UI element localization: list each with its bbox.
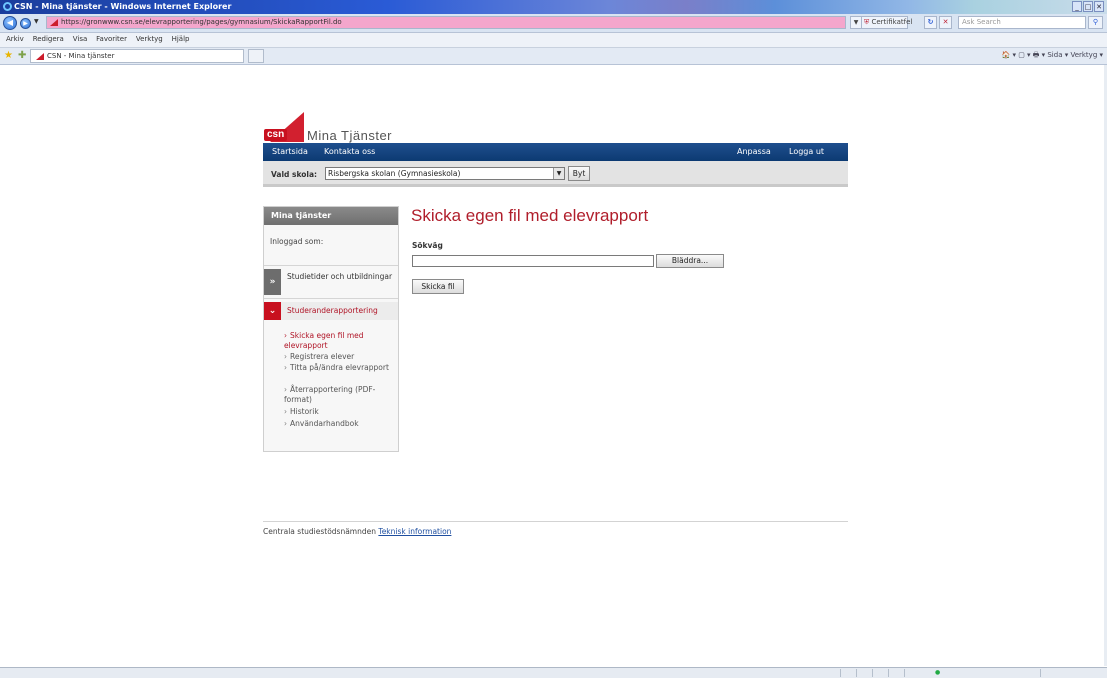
command-bar[interactable]: 🏠 ▾ ▢ ▾ 🖶 ▾ Sida ▾ Verktyg ▾ [1002,51,1103,62]
status-bar: ● [0,667,1107,678]
menu-verktyg[interactable]: Verktyg [136,35,163,43]
status-segment [872,669,887,677]
search-icon[interactable]: ⚲ [1088,16,1103,29]
menu-hjalp[interactable]: Hjälp [172,35,190,43]
logged-in-label: Inloggad som: [270,237,324,246]
cert-error-button[interactable]: ▼ ⛨ Certifikatfel [850,16,912,29]
double-chevron-right-icon: » [264,269,281,295]
status-segment [904,669,931,677]
browse-button[interactable]: Bläddra... [656,254,724,268]
address-row: ◀ ▶ ▼ https://gronwww.csn.se/elevrapport… [0,14,1107,33]
maximize-button[interactable]: □ [1083,1,1093,12]
chevron-right-icon: › [284,352,287,361]
file-path-input[interactable] [412,255,654,267]
sidebar-section-studeranderapportering[interactable]: ⌄ Studeranderapportering [264,302,398,320]
sidebar-divider [264,298,398,299]
minimize-button[interactable]: _ [1072,1,1082,12]
sidebar-divider [264,265,398,266]
logo-text: csn [264,129,288,141]
school-label: Vald skola: [271,170,318,179]
close-window-button[interactable]: ✕ [1094,1,1104,12]
sidebar-section-studietider[interactable]: » Studietider och utbildningar [264,269,398,295]
chevron-right-icon: › [284,363,287,372]
address-dropdown-icon[interactable]: ▼ [851,17,862,28]
nav-kontakta-oss[interactable]: Kontakta oss [324,147,375,156]
tab-row: ★ ✚ CSN - Mina tjänster 🏠 ▾ ▢ ▾ 🖶 ▾ Sida… [0,48,1107,65]
status-segment [856,669,871,677]
chevron-right-icon: › [284,385,287,394]
tab-favicon-icon [36,53,44,60]
sidebar-title: Mina tjänster [264,207,398,225]
chevron-right-icon: › [284,331,287,340]
top-nav: Startsida Kontakta oss Anpassa Logga ut [263,143,848,161]
menu-favoriter[interactable]: Favoriter [96,35,127,43]
status-segment [888,669,903,677]
status-segment [840,669,855,677]
menu-redigera[interactable]: Redigera [33,35,64,43]
address-bar[interactable]: https://gronwww.csn.se/elevrapportering/… [46,16,846,29]
page-title: Skicka egen fil med elevrapport [411,206,649,225]
search-input[interactable]: Ask Search [958,16,1086,29]
window-title: CSN - Mina tjänster - Windows Internet E… [14,2,232,11]
sidebar-item-titta-andra[interactable]: › Titta på/ändra elevrapport [284,363,396,373]
school-bar: Vald skola: Risbergska skolan (Gymnasies… [263,161,848,187]
add-favorite-icon[interactable]: ✚ [18,50,26,61]
tab-csn[interactable]: CSN - Mina tjänster [30,49,244,63]
chevron-right-icon: › [284,419,287,428]
path-label: Sökväg [412,241,443,250]
window-controls: _ □ ✕ [1072,1,1104,12]
cert-error-label: Certifikatfel [871,18,913,26]
back-button[interactable]: ◀ [3,16,17,30]
csn-logo[interactable]: csn [264,112,304,142]
section-studietider-label: Studietider och utbildningar [287,272,393,281]
menu-bar: Arkiv Redigera Visa Favoriter Verktyg Hj… [0,33,1107,48]
sidebar: Mina tjänster Inloggad som: » Studietide… [263,206,399,452]
tab-label: CSN - Mina tjänster [47,52,115,60]
menu-arkiv[interactable]: Arkiv [6,35,24,43]
nav-logga-ut[interactable]: Logga ut [789,147,824,156]
sidebar-item-anvandarhandbok[interactable]: › Användarhandbok [284,419,396,429]
sidebar-item-skicka-egen-fil[interactable]: › Skicka egen fil med elevrapport [284,331,396,350]
refresh-icon[interactable]: ↻ [924,16,937,29]
footer: Centrala studiestödsnämnden Teknisk info… [263,527,451,536]
school-selected-value: Risbergska skolan (Gymnasieskola) [328,169,461,178]
url-text: https://gronwww.csn.se/elevrapportering/… [61,18,342,26]
menu-visa[interactable]: Visa [73,35,88,43]
footer-org: Centrala studiestödsnämnden [263,527,376,536]
school-select[interactable]: Risbergska skolan (Gymnasieskola) ▼ [325,167,565,180]
brand-name: Mina Tjänster [307,128,393,143]
site-favicon-icon [50,19,58,26]
switch-school-button[interactable]: Byt [568,166,590,181]
nav-startsida[interactable]: Startsida [272,147,308,156]
security-zone-icon[interactable]: ● [935,669,940,676]
forward-button[interactable]: ▶ [20,18,31,29]
ie-icon [3,2,12,11]
new-tab-button[interactable] [248,49,264,63]
search-placeholder: Ask Search [962,18,1001,26]
zoom-segment[interactable] [1040,669,1101,677]
stop-icon[interactable]: ✕ [939,16,952,29]
select-arrow-icon[interactable]: ▼ [553,168,564,179]
sidebar-item-historik[interactable]: › Historik [284,407,396,417]
sidebar-item-aterrapportering[interactable]: › Återrapportering (PDF-format) [284,385,396,404]
section-studeranderapportering-label: Studeranderapportering [287,306,378,315]
shield-warning-icon: ⛨ [864,18,870,26]
window-titlebar: CSN - Mina tjänster - Windows Internet E… [0,0,1107,14]
chevron-right-icon: › [284,407,287,416]
footer-divider [263,521,848,522]
footer-tech-info-link[interactable]: Teknisk information [378,527,451,536]
favorites-star-icon[interactable]: ★ [4,50,13,61]
send-file-button[interactable]: Skicka fil [412,279,464,294]
history-dropdown-icon[interactable]: ▼ [34,18,39,25]
nav-anpassa[interactable]: Anpassa [737,147,771,156]
sidebar-item-registrera-elever[interactable]: › Registrera elever [284,352,396,362]
double-chevron-down-icon: ⌄ [264,302,281,320]
